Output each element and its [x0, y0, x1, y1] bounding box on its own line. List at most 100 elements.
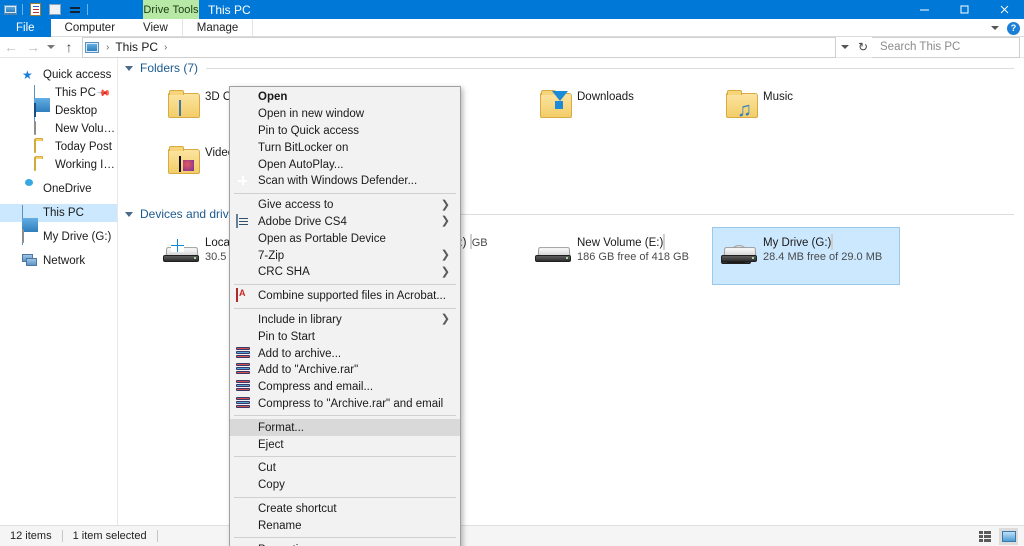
desktop-icon	[34, 104, 50, 118]
sidebar-item-label: Desktop	[55, 105, 97, 117]
tab-manage[interactable]: Manage	[182, 19, 254, 37]
sidebar-item-my-drive-g[interactable]: My Drive (G:)	[0, 228, 117, 246]
up-button[interactable]: ↑	[58, 37, 80, 58]
tab-view[interactable]: View	[129, 19, 182, 37]
menu-item-label: 7-Zip	[258, 250, 284, 262]
tile-new-volume-e[interactable]: New Volume (E:) 186 GB free of 418 GB	[527, 228, 713, 284]
sidebar-item-this-pc-pinned[interactable]: This PC 📌	[0, 84, 117, 102]
breadcrumb[interactable]: › This PC ›	[82, 37, 836, 58]
customize-quick-access-icon[interactable]	[65, 0, 85, 19]
menu-icon-blank	[236, 461, 252, 475]
breadcrumb-separator-1[interactable]: ›	[162, 42, 169, 53]
breadcrumb-item-this-pc[interactable]: This PC	[111, 38, 162, 57]
sidebar-item-desktop[interactable]: Desktop	[0, 102, 117, 120]
sidebar-item-working-images[interactable]: Working Images	[0, 156, 117, 174]
context-menu: Open Open in new window Pin to Quick acc…	[229, 86, 461, 546]
menu-item-label: Pin to Start	[258, 331, 315, 343]
menu-icon-blank	[236, 478, 252, 492]
menu-item-format[interactable]: Format...	[230, 419, 460, 436]
menu-item-compress-and-email[interactable]: Compress and email...	[230, 379, 460, 396]
item-count-label: 12 items	[0, 530, 52, 542]
help-icon[interactable]: ?	[1007, 22, 1020, 35]
chevron-right-icon: ❯	[441, 267, 450, 278]
search-box[interactable]	[872, 37, 1020, 58]
menu-item-pin-to-start[interactable]: Pin to Start	[230, 328, 460, 345]
menu-item-adobe-drive-cs4[interactable]: Adobe Drive CS4❯	[230, 214, 460, 231]
menu-item-crc-sha[interactable]: CRC SHA ❯	[230, 264, 460, 281]
tile-label: New Volume (E:)	[577, 237, 663, 249]
adobe-drive-icon	[236, 215, 252, 229]
tile-music[interactable]: ♫ Music	[713, 82, 899, 138]
menu-separator	[234, 308, 456, 309]
new-folder-icon[interactable]	[45, 0, 65, 19]
menu-item-cut[interactable]: Cut	[230, 460, 460, 477]
menu-item-combine-supported-files-in-acrobat[interactable]: Combine supported files in Acrobat...	[230, 288, 460, 305]
tile-my-drive-g[interactable]: My Drive (G:) 28.4 MB free of 29.0 MB	[713, 228, 899, 284]
chevron-right-icon: ❯	[441, 200, 450, 211]
acrobat-icon	[236, 289, 252, 303]
qat-this-pc-icon[interactable]	[0, 0, 20, 19]
menu-item-include-in-library[interactable]: Include in library❯	[230, 312, 460, 329]
sidebar-item-quick-access[interactable]: ★ Quick access	[0, 66, 117, 84]
menu-item-scan-with-windows-defender[interactable]: Scan with Windows Defender...	[230, 173, 460, 190]
properties-icon[interactable]	[25, 0, 45, 19]
sidebar-item-today-post[interactable]: Today Post	[0, 138, 117, 156]
menu-item-properties[interactable]: Properties	[230, 541, 460, 546]
minimize-button[interactable]	[904, 0, 944, 19]
tab-computer[interactable]: Computer	[51, 19, 130, 37]
menu-item-7-zip[interactable]: 7-Zip❯	[230, 247, 460, 264]
drive-icon	[22, 230, 38, 244]
tile-downloads[interactable]: Downloads	[527, 82, 713, 138]
menu-item-label: Combine supported files in Acrobat...	[258, 290, 446, 302]
sidebar-item-onedrive[interactable]: OneDrive	[0, 180, 117, 198]
folder-music-icon: ♫	[717, 87, 763, 129]
menu-item-copy[interactable]: Copy	[230, 477, 460, 494]
menu-item-open-as-portable-device[interactable]: Open as Portable Device	[230, 230, 460, 247]
menu-item-add-to-archive-rar[interactable]: Add to "Archive.rar"	[230, 362, 460, 379]
tile-sublabel: 28.4 MB free of 29.0 MB	[763, 251, 882, 263]
menu-item-compress-to-archive-rar-and-email[interactable]: Compress to "Archive.rar" and email	[230, 396, 460, 413]
window-controls	[904, 0, 1024, 19]
folder-icon	[34, 158, 50, 172]
menu-item-turn-bitlocker-on[interactable]: Turn BitLocker on	[230, 139, 460, 156]
search-input[interactable]	[880, 41, 1024, 53]
menu-icon-blank	[236, 421, 252, 435]
menu-item-open-autoplay[interactable]: Open AutoPlay...	[230, 156, 460, 173]
menu-item-rename[interactable]: Rename	[230, 517, 460, 534]
menu-item-open[interactable]: Open	[230, 89, 460, 106]
menu-item-pin-to-quick-access[interactable]: Pin to Quick access	[230, 123, 460, 140]
menu-item-label: Give access to	[258, 199, 333, 211]
refresh-icon[interactable]: ↻	[854, 40, 872, 54]
menu-item-open-in-new-window[interactable]: Open in new window	[230, 106, 460, 123]
large-icons-view-button[interactable]	[999, 528, 1018, 545]
back-button[interactable]: ←	[0, 37, 22, 58]
menu-item-create-shortcut[interactable]: Create shortcut	[230, 501, 460, 518]
menu-item-label: CRC SHA	[258, 266, 310, 278]
winrar-icon	[236, 380, 252, 394]
tab-file[interactable]: File	[0, 19, 51, 37]
maximize-button[interactable]	[944, 0, 984, 19]
menu-item-label: Create shortcut	[258, 503, 337, 515]
menu-item-eject[interactable]: Eject	[230, 436, 460, 453]
details-view-button[interactable]	[976, 528, 995, 545]
menu-item-label: Pin to Quick access	[258, 125, 359, 137]
sidebar-item-label: Working Images	[55, 159, 117, 171]
menu-item-give-access-to[interactable]: Give access to ❯	[230, 197, 460, 214]
menu-icon-blank	[236, 543, 252, 546]
group-header-folders[interactable]: Folders (7)	[119, 58, 1024, 78]
previous-locations-button[interactable]	[836, 45, 854, 49]
breadcrumb-this-pc-icon	[85, 42, 99, 53]
shield-icon	[236, 174, 252, 188]
menu-item-add-to-archive[interactable]: Add to archive...	[230, 345, 460, 362]
recent-locations-button[interactable]	[44, 37, 58, 58]
this-pc-icon	[34, 86, 50, 100]
chevron-down-icon[interactable]	[125, 212, 133, 217]
chevron-down-icon[interactable]	[991, 26, 999, 30]
close-button[interactable]	[984, 0, 1024, 19]
forward-button[interactable]: →	[22, 37, 44, 58]
sidebar-item-network[interactable]: Network	[0, 252, 117, 270]
sidebar-item-this-pc[interactable]: This PC	[0, 204, 117, 222]
file-explorer-window: Drive Tools This PC File Computer View M…	[0, 0, 1024, 546]
sidebar-item-new-volume-d[interactable]: New Volume (D:)	[0, 120, 117, 138]
chevron-down-icon[interactable]	[125, 66, 133, 71]
